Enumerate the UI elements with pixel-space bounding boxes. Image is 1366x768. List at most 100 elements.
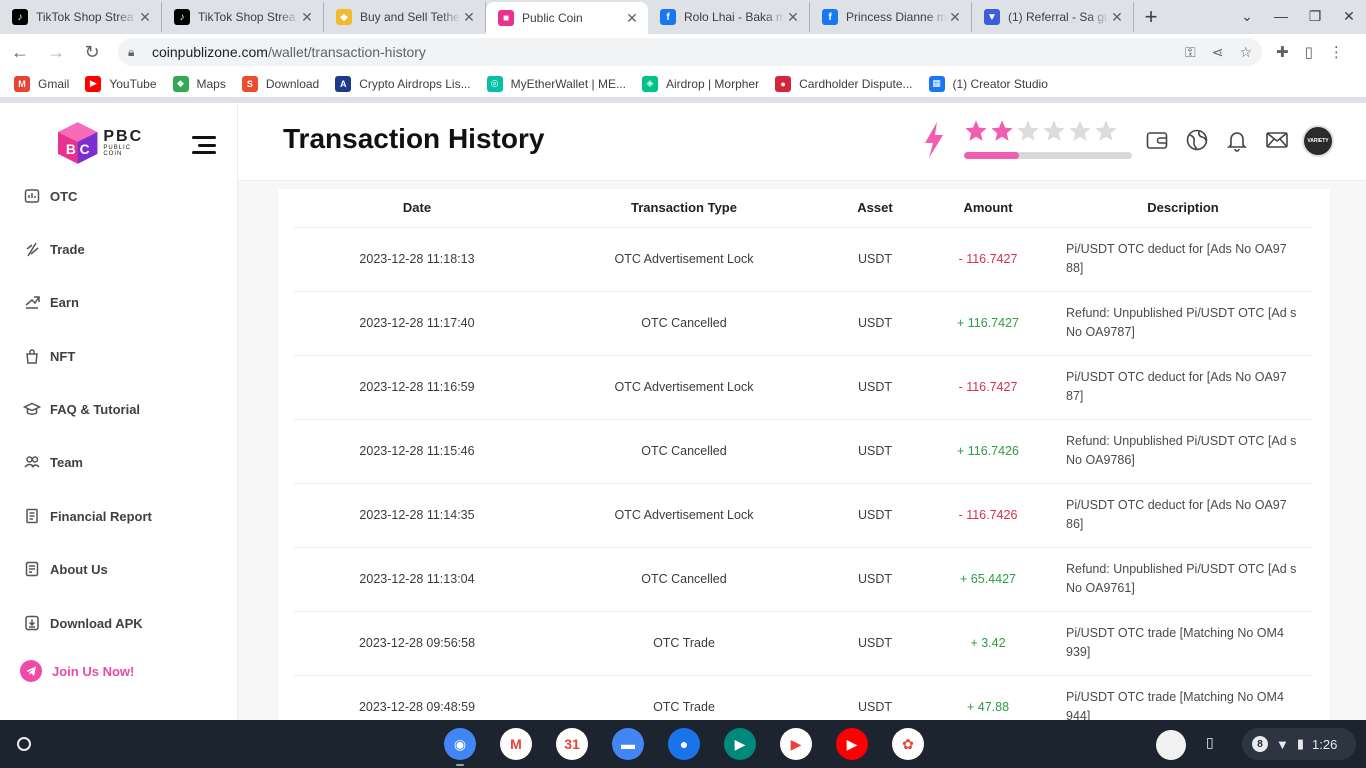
browser-tab[interactable]: ■ Public Coin ✕ [486, 2, 648, 34]
bookmark-star-icon[interactable]: ☆ [1239, 44, 1252, 61]
tab-close-icon[interactable]: ✕ [947, 9, 963, 25]
chrome-icon[interactable]: ◉ [444, 728, 476, 766]
launcher-icon[interactable] [12, 732, 36, 756]
wallet-icon[interactable] [1144, 127, 1170, 153]
tab-close-icon[interactable]: ✕ [461, 9, 477, 25]
key-icon[interactable]: ⚿ [1185, 44, 1196, 61]
extensions-icon[interactable]: ✚ [1276, 43, 1289, 61]
close-window-icon[interactable]: ✕ [1332, 8, 1366, 25]
tab-search-icon[interactable]: ⌄ [1230, 8, 1264, 25]
tab-close-icon[interactable]: ✕ [785, 9, 801, 25]
tab-close-icon[interactable]: ✕ [299, 9, 315, 25]
play-store-icon[interactable]: ▶ [780, 728, 812, 760]
cell-date: 2023-12-28 11:13:04 [294, 547, 540, 612]
bookmark-favicon-icon: S [241, 75, 258, 92]
browser-tab[interactable]: f Princess Dianne m ✕ [810, 2, 972, 32]
cell-description: Pi/USDT OTC deduct for [Ads No OA97 87] [1054, 355, 1312, 420]
sidebar-item-earn[interactable]: Earn [22, 290, 79, 314]
tiktok-icon: ♪ [12, 9, 28, 25]
files-icon[interactable]: ▬ [612, 728, 644, 760]
cell-date: 2023-12-28 11:18:13 [294, 227, 540, 292]
menu-dots-icon[interactable]: ⋮ [1329, 43, 1344, 61]
messages-icon[interactable]: ● [668, 728, 700, 760]
sidebar-item-financial-report[interactable]: Financial Report [22, 504, 152, 528]
forward-icon[interactable]: → [40, 36, 72, 68]
bookmark-favicon-icon: ● [775, 75, 792, 92]
tab-close-icon[interactable]: ✕ [624, 10, 640, 26]
bookmark-item[interactable]: ◈ Airdrop | Morpher [641, 75, 759, 92]
browser-tab[interactable]: ▼ (1) Referral - Sa gu ✕ [972, 2, 1134, 32]
photos-icon[interactable]: ✿ [892, 728, 924, 760]
star-empty-icon [1043, 120, 1065, 141]
bookmark-item[interactable]: A Crypto Airdrops Lis... [335, 75, 471, 92]
bookmark-item[interactable]: M Gmail [14, 75, 69, 92]
gmail-icon[interactable]: M [500, 728, 532, 760]
address-bar[interactable]: 🔒︎ coinpublizone.com/wallet/transaction-… [118, 38, 1262, 66]
browser-tab[interactable]: ◆ Buy and Sell Tethe ✕ [324, 2, 486, 32]
new-tab-icon[interactable]: + [1134, 2, 1168, 32]
wifi-icon: ▼ [1276, 736, 1289, 752]
user-avatar[interactable]: VARIETY [1302, 125, 1334, 157]
side-panel-icon[interactable]: ▯ [1305, 43, 1313, 61]
cell-description: Refund: Unpublished Pi/USDT OTC [Ad s No… [1054, 291, 1312, 356]
bookmark-label: MyEtherWallet | ME... [510, 76, 626, 91]
bookmark-favicon-icon: ▦ [928, 75, 945, 92]
browser-tab[interactable]: f Rolo Lhai - Baka m ✕ [648, 2, 810, 32]
system-tray[interactable]: 8 ▼ ▮ 1:26 [1242, 728, 1356, 760]
sidebar-item-about-us[interactable]: About Us [22, 557, 108, 581]
bookmark-label: Crypto Airdrops Lis... [359, 76, 471, 91]
bookmark-item[interactable]: ◆ Maps [172, 75, 226, 92]
meet-icon[interactable]: ▶ [724, 728, 756, 760]
hamburger-menu-icon[interactable] [192, 136, 216, 154]
back-icon[interactable]: ← [4, 36, 36, 68]
minimize-icon[interactable]: — [1264, 8, 1298, 24]
cell-description: Pi/USDT OTC deduct for [Ads No OA97 86] [1054, 483, 1312, 548]
join-us-button[interactable]: Join Us Now! [20, 660, 134, 682]
tab-close-icon[interactable]: ✕ [137, 9, 153, 25]
cell-description: Refund: Unpublished Pi/USDT OTC [Ad s No… [1054, 419, 1312, 484]
sidebar-item-team[interactable]: Team [22, 450, 83, 474]
sidebar-item-faq-tutorial[interactable]: FAQ & Tutorial [22, 397, 140, 421]
bookmark-favicon-icon: ◎ [486, 75, 503, 92]
lock-icon[interactable]: 🔒︎ [128, 45, 144, 60]
cell-asset: USDT [828, 675, 922, 720]
cell-amount: + 65.4427 [922, 547, 1054, 612]
globe-icon[interactable] [1184, 127, 1210, 153]
tray-avatar[interactable] [1156, 730, 1186, 760]
share-icon[interactable]: ⋖ [1212, 44, 1224, 61]
pbc-logo[interactable]: B C PBC PUBLIC COIN [56, 119, 152, 167]
calendar-icon[interactable]: 31 [556, 728, 588, 760]
sidebar-item-nft[interactable]: NFT [22, 344, 75, 368]
table-row: 2023-12-28 11:14:35 OTC Advertisement Loc… [294, 483, 1312, 548]
browser-tab[interactable]: ♪ TikTok Shop Strea ✕ [0, 2, 162, 32]
bookmark-label: (1) Creator Studio [952, 76, 1048, 91]
cell-asset: USDT [828, 611, 922, 676]
table-row: 2023-12-28 11:17:40 OTC Cancelled USDT + 11… [294, 291, 1312, 356]
sidebar-item-otc[interactable]: OTC [22, 184, 77, 208]
bookmark-item[interactable]: ▦ (1) Creator Studio [928, 75, 1048, 92]
bookmark-item[interactable]: ◎ MyEtherWallet | ME... [486, 75, 626, 92]
cell-amount: - 116.7426 [922, 483, 1054, 548]
page-title: Transaction History [283, 123, 545, 154]
column-header-asset: Asset [828, 189, 922, 228]
sidebar-item-trade[interactable]: Trade [22, 237, 85, 261]
reload-icon[interactable]: ↻ [76, 36, 108, 68]
youtube-icon[interactable]: ▶ [836, 728, 868, 760]
cell-date: 2023-12-28 11:17:40 [294, 291, 540, 356]
tab-close-icon[interactable]: ✕ [1109, 9, 1125, 25]
clock-time: 1:26 [1312, 736, 1338, 752]
table-row: 2023-12-28 11:15:46 OTC Cancelled USDT + 11… [294, 419, 1312, 484]
browser-tab[interactable]: ♪ TikTok Shop Strea ✕ [162, 2, 324, 32]
table-row: 2023-12-28 11:18:13 OTC Advertisement Loc… [294, 227, 1312, 292]
tab-title: Public Coin [522, 11, 583, 25]
sidebar-item-label: Team [50, 454, 83, 470]
bookmark-item[interactable]: ● Cardholder Dispute... [775, 75, 913, 92]
bookmark-item[interactable]: ▶ YouTube [85, 75, 157, 92]
maximize-icon[interactable]: ❐ [1298, 8, 1332, 25]
bookmark-item[interactable]: S Download [241, 75, 319, 92]
bell-icon[interactable] [1224, 127, 1250, 153]
trade-icon [22, 239, 42, 259]
phone-hub-icon[interactable]: ▯ [1206, 734, 1214, 751]
sidebar-item-download-apk[interactable]: Download APK [22, 611, 143, 635]
mail-icon[interactable] [1264, 127, 1290, 153]
